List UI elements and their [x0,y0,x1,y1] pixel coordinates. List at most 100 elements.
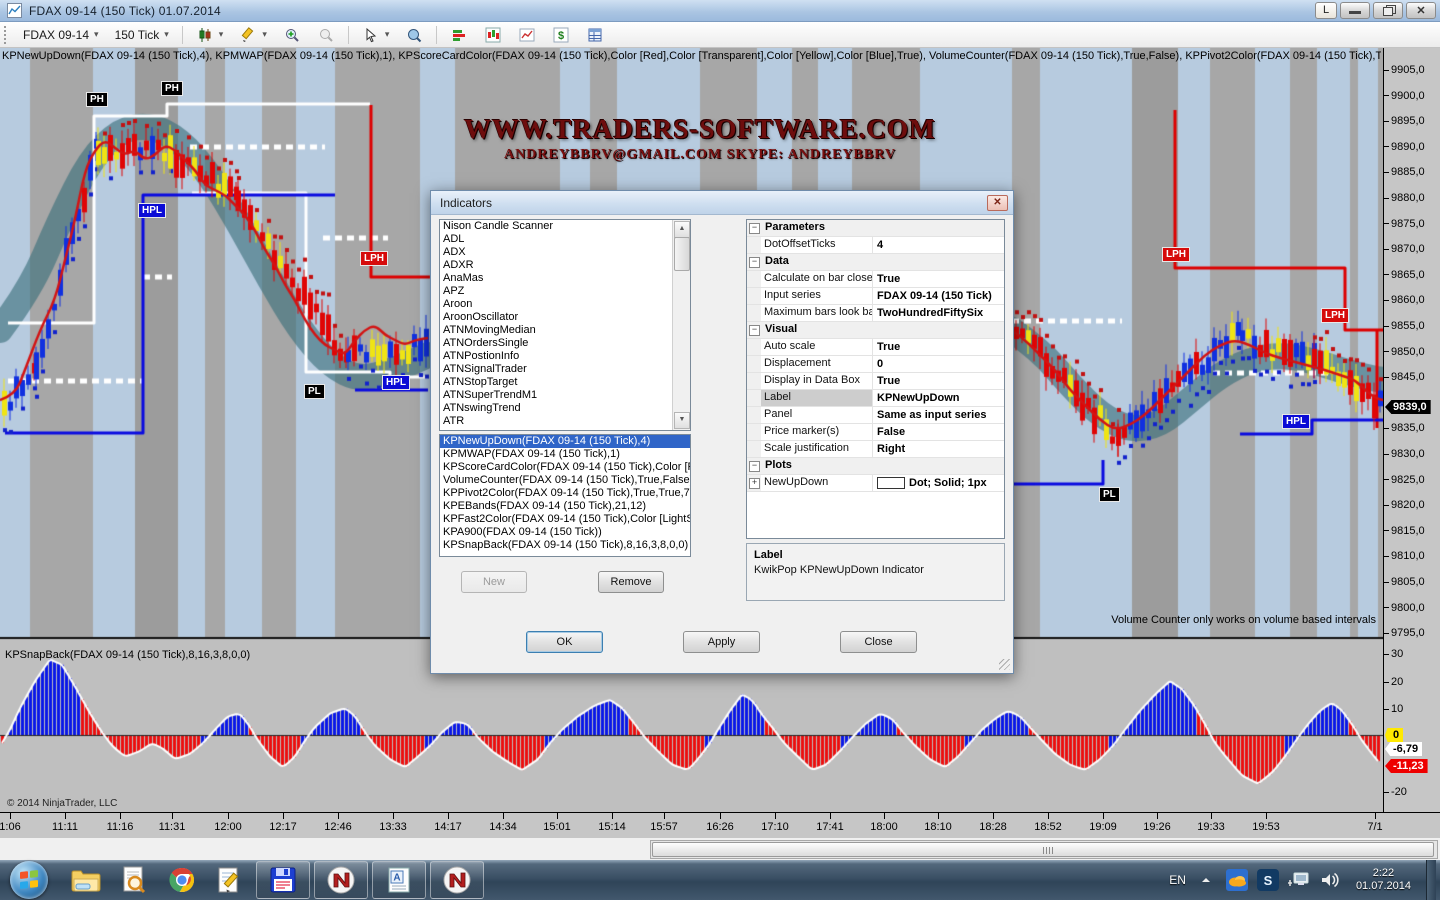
property-value[interactable]: FDAX 09-14 (150 Tick) [873,288,1004,304]
list-scrollbar[interactable]: ▲ ▼ [672,220,690,430]
taskbar-search-icon[interactable] [114,861,154,899]
property-value[interactable]: True [873,271,1004,287]
indicator-list-item[interactable]: Nison Candle Scanner [440,220,690,233]
time-axis[interactable]: 1:0611:1111:1611:3112:0012:1712:4613:331… [0,812,1440,838]
applied-indicator-item[interactable]: KPScoreCardColor(FDAX 09-14 (150 Tick),C… [440,461,690,474]
property-row[interactable]: PanelSame as input series [747,407,1004,424]
chart-window-button[interactable] [477,23,509,47]
taskbar-running-ninjatrader[interactable] [314,861,368,899]
hidden-icons-chevron[interactable] [1195,869,1217,891]
scroll-up-arrow-icon[interactable]: ▲ [674,221,690,238]
skype-icon[interactable]: S [1257,869,1279,891]
restore-button[interactable] [1373,2,1403,19]
remove-indicator-button[interactable]: Remove [598,571,664,593]
indicator-list-item[interactable]: ADL [440,233,690,246]
weather-cloud-icon[interactable] [1226,869,1248,891]
applied-indicator-item[interactable]: KPSnapBack(FDAX 09-14 (150 Tick),8,16,3,… [440,539,690,552]
language-indicator[interactable]: EN [1169,873,1186,887]
property-row[interactable]: Displacement0 [747,356,1004,373]
indicator-list-item[interactable]: ATNOrdersSingle [440,337,690,350]
expand-box-icon[interactable]: + [749,478,760,489]
cursor-tool-button[interactable] [355,23,397,47]
property-value[interactable]: 4 [873,237,1004,253]
interval-selector[interactable]: 150 Tick [108,25,176,45]
applied-indicator-item[interactable]: VolumeCounter(FDAX 09-14 (150 Tick),True… [440,474,690,487]
indicator-list-item[interactable]: ATNStopTarget [440,376,690,389]
applied-indicator-item[interactable]: KPMWAP(FDAX 09-14 (150 Tick),1) [440,448,690,461]
property-row[interactable]: DotOffsetTicks4 [747,237,1004,254]
property-row[interactable]: Calculate on bar closeTrue [747,271,1004,288]
property-category-row[interactable]: −Visual [747,322,1004,339]
new-indicator-button[interactable]: New [461,571,527,593]
toolbar-grip[interactable] [4,26,11,44]
collapse-box-icon[interactable]: − [749,325,760,336]
taskbar-clock[interactable]: 2:22 01.07.2014 [1356,867,1411,893]
close-button[interactable] [1406,2,1436,19]
indicator-list-item[interactable]: ADX [440,246,690,259]
indicator-list-item[interactable]: ATNMovingMedian [440,324,690,337]
zoom-out-button[interactable] [310,23,342,47]
property-row[interactable]: Display in Data BoxTrue [747,373,1004,390]
close-dialog-button[interactable]: Close [840,631,917,653]
taskbar-running-backup-app[interactable] [256,861,310,899]
chart-style-button[interactable] [189,23,231,47]
property-value[interactable]: Dot; Solid; 1px [873,475,1004,491]
property-value[interactable]: TwoHundredFiftySix [873,305,1004,321]
taskbar-chrome-icon[interactable] [162,861,202,899]
taskbar-notepad-icon[interactable] [210,861,250,899]
applied-indicator-item[interactable]: KPA900(FDAX 09-14 (150 Tick)) [440,526,690,539]
collapse-box-icon[interactable]: − [749,223,760,234]
instrument-selector[interactable]: FDAX 09-14 [16,25,106,45]
zoom-in-button[interactable] [276,23,308,47]
account-button[interactable]: $ [545,23,577,47]
property-row[interactable]: Input seriesFDAX 09-14 (150 Tick) [747,288,1004,305]
price-axis[interactable]: 9905,09900,09895,09890,09885,09880,09875… [1383,48,1440,812]
minimize-button[interactable] [1340,2,1370,19]
scroll-down-arrow-icon[interactable]: ▼ [674,412,690,429]
property-row[interactable]: +NewUpDownDot; Solid; 1px [747,475,1004,492]
property-value[interactable]: True [873,373,1004,389]
drawing-tools-button[interactable] [232,23,274,47]
taskbar-running-ninjatrader-2[interactable] [430,861,484,899]
property-category-row[interactable]: −Plots [747,458,1004,475]
property-category-row[interactable]: −Data [747,254,1004,271]
apply-button[interactable]: Apply [683,631,760,653]
applied-indicator-item[interactable]: KPNewUpDown(FDAX 09-14 (150 Tick),4) [440,435,690,448]
data-box-button[interactable] [398,23,430,47]
property-row[interactable]: Auto scaleTrue [747,339,1004,356]
start-button[interactable] [10,861,48,899]
indicator-list-item[interactable]: ATNPostionInfo [440,350,690,363]
indicator-list-item[interactable]: ATNswingTrend [440,402,690,415]
applied-indicator-item[interactable]: KPPivot2Color(FDAX 09-14 (150 Tick),True… [440,487,690,500]
dialog-resize-grip[interactable] [999,659,1010,670]
network-icon[interactable] [1288,869,1310,891]
property-value[interactable]: Same as input series [873,407,1004,423]
collapse-box-icon[interactable]: − [749,257,760,268]
indicator-list-item[interactable]: Aroon [440,298,690,311]
show-desktop-button[interactable] [1426,860,1436,900]
property-category-row[interactable]: −Parameters [747,220,1004,237]
horizontal-scrollbar[interactable] [650,840,1438,859]
property-row[interactable]: LabelKPNewUpDown [747,390,1004,407]
collapse-box-icon[interactable]: − [749,461,760,472]
mini-chart-button[interactable] [511,23,543,47]
ok-button[interactable]: OK [526,631,603,653]
taskbar-explorer-icon[interactable] [66,861,106,899]
property-value[interactable]: Right [873,441,1004,457]
indicator-list-item[interactable]: APZ [440,285,690,298]
property-value[interactable]: False [873,424,1004,440]
dialog-titlebar[interactable]: Indicators [431,191,1013,215]
property-row[interactable]: Maximum bars look baTwoHundredFiftySix [747,305,1004,322]
property-value[interactable]: KPNewUpDown [873,390,1004,406]
market-analyzer-button[interactable] [443,23,475,47]
taskbar-running-wordpad[interactable]: A [372,861,426,899]
property-value[interactable]: True [873,339,1004,355]
grid-window-button[interactable] [579,23,611,47]
applied-indicator-item[interactable]: KPEBands(FDAX 09-14 (150 Tick),21,12) [440,500,690,513]
indicator-list-item[interactable]: AroonOscillator [440,311,690,324]
property-value[interactable]: 0 [873,356,1004,372]
property-row[interactable]: Scale justificationRight [747,441,1004,458]
scrollbar-thumb[interactable] [652,842,1434,857]
dialog-close-button[interactable]: ✕ [987,195,1008,211]
indicator-list-item[interactable]: ATR [440,415,690,428]
